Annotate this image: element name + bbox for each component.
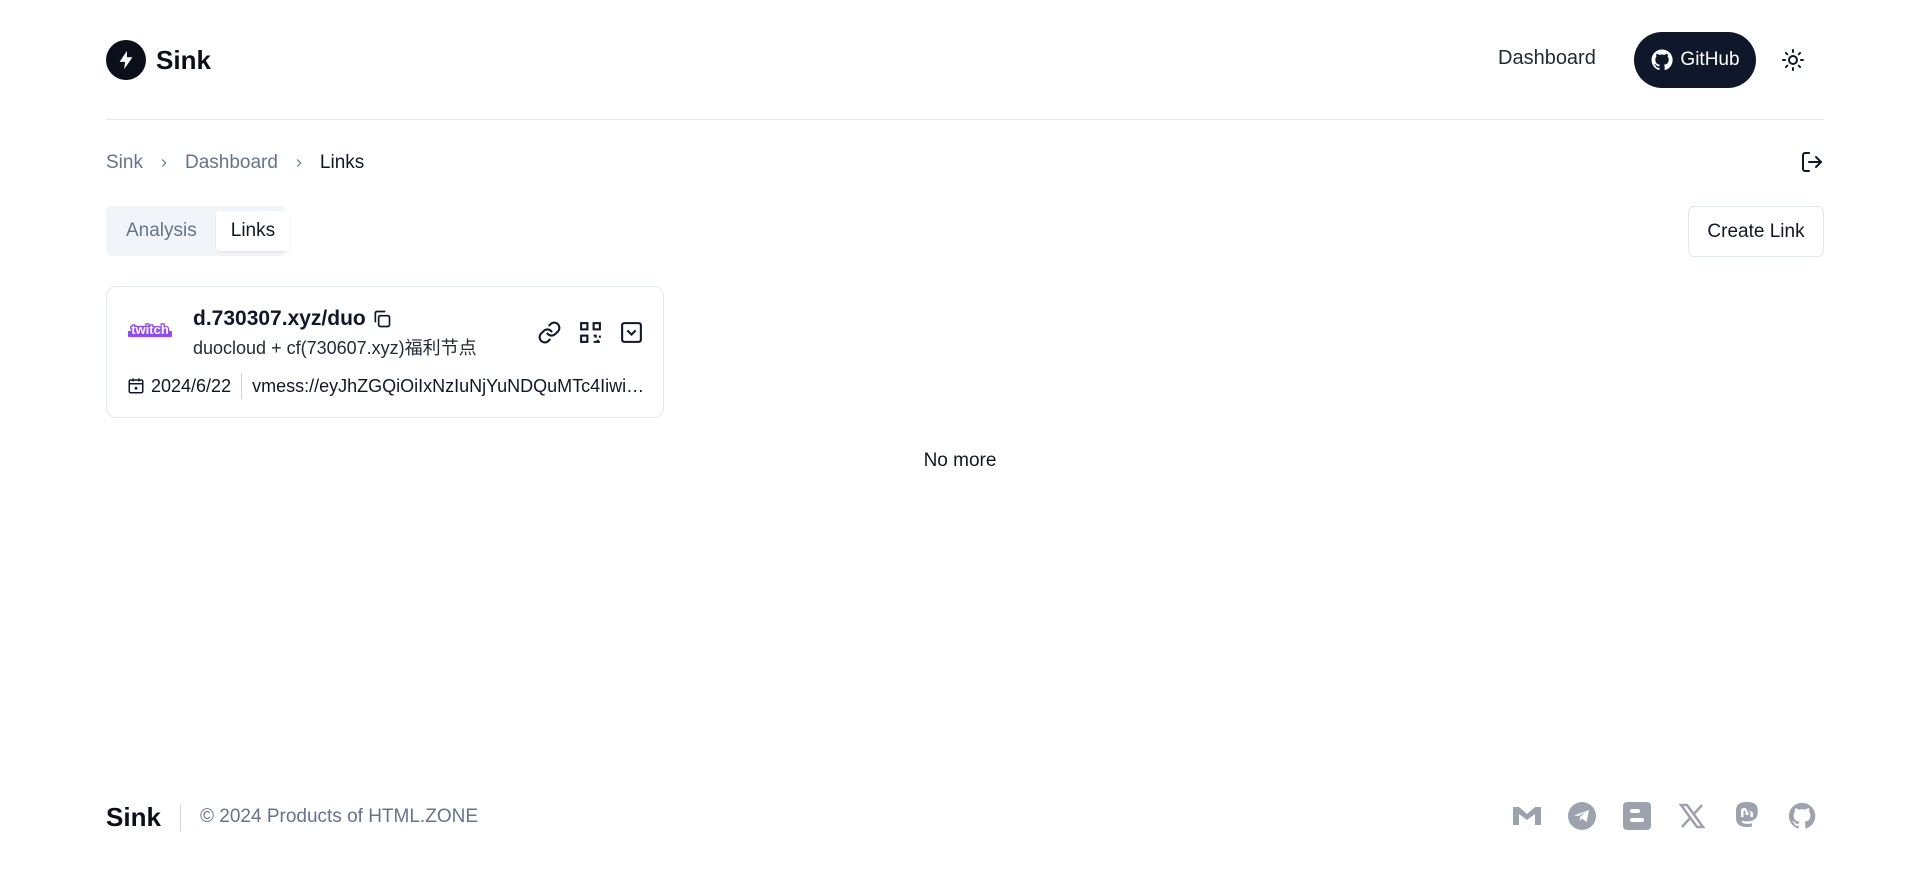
github-icon[interactable] — [1787, 801, 1817, 831]
breadcrumb: Sink Dashboard Links — [106, 152, 364, 174]
blogger-icon[interactable] — [1622, 801, 1652, 831]
copy-icon[interactable] — [372, 309, 392, 329]
gmail-icon[interactable] — [1512, 801, 1542, 831]
chevron-right-icon — [292, 156, 306, 170]
link-actions — [537, 320, 644, 345]
nav-dashboard-link[interactable]: Dashboard — [1498, 47, 1596, 70]
x-icon[interactable] — [1677, 801, 1707, 831]
twitch-logo-icon: twitch — [127, 319, 173, 341]
link-slug-text: d.730307.xyz/duo — [193, 307, 366, 330]
qr-code-icon[interactable] — [578, 320, 603, 345]
github-button-label: GitHub — [1680, 49, 1740, 70]
chevron-down-icon[interactable] — [619, 320, 644, 345]
link-comment: duocloud + cf(730607.xyz)福利节点 — [193, 338, 477, 358]
tab-analysis[interactable]: Analysis — [111, 211, 212, 251]
link-target-url: vmess://eyJhZGQiOiIxNzIuNjYuNDQuMTc4Iiwi… — [252, 375, 647, 396]
github-button[interactable]: GitHub — [1634, 32, 1756, 88]
breadcrumb-sink[interactable]: Sink — [106, 152, 143, 174]
link-meta: 2024/6/22 vmess://eyJhZGQiOiIxNzIuNjYuND… — [127, 373, 647, 399]
view-tabs: Analysis Links — [106, 206, 291, 256]
link-card[interactable]: twitch d.730307.xyz/duo duocloud + cf(73… — [106, 286, 664, 418]
brand-name: Sink — [156, 44, 211, 75]
svg-text:twitch: twitch — [131, 322, 169, 337]
chevron-right-icon — [157, 156, 171, 170]
link-slug[interactable]: d.730307.xyz/duo — [193, 307, 392, 331]
calendar-icon — [127, 377, 145, 395]
brand-link[interactable]: Sink — [106, 40, 211, 80]
breadcrumb-dashboard[interactable]: Dashboard — [185, 152, 278, 174]
create-link-button[interactable]: Create Link — [1688, 206, 1824, 257]
footer-copyright: © 2024 Products of HTML.ZONE — [200, 806, 478, 827]
theme-toggle-button[interactable] — [1778, 45, 1808, 75]
mastodon-icon[interactable] — [1732, 801, 1762, 831]
link-date-text: 2024/6/22 — [151, 375, 232, 396]
telegram-icon[interactable] — [1567, 801, 1597, 831]
lightning-icon — [106, 40, 146, 80]
logout-icon — [1800, 150, 1824, 174]
link-icon[interactable] — [537, 320, 562, 345]
logout-button[interactable] — [1800, 150, 1824, 174]
github-icon — [1650, 48, 1674, 72]
breadcrumb-links: Links — [319, 152, 365, 173]
footer-divider — [180, 805, 181, 831]
footer-brand[interactable]: Sink — [106, 802, 161, 833]
list-end-message: No more — [923, 450, 997, 471]
tab-links[interactable]: Links — [215, 211, 291, 251]
social-links — [1512, 801, 1817, 831]
sun-icon — [1781, 48, 1805, 72]
link-date: 2024/6/22 — [127, 373, 243, 399]
site-header: Sink Dashboard GitHub — [106, 0, 1824, 120]
